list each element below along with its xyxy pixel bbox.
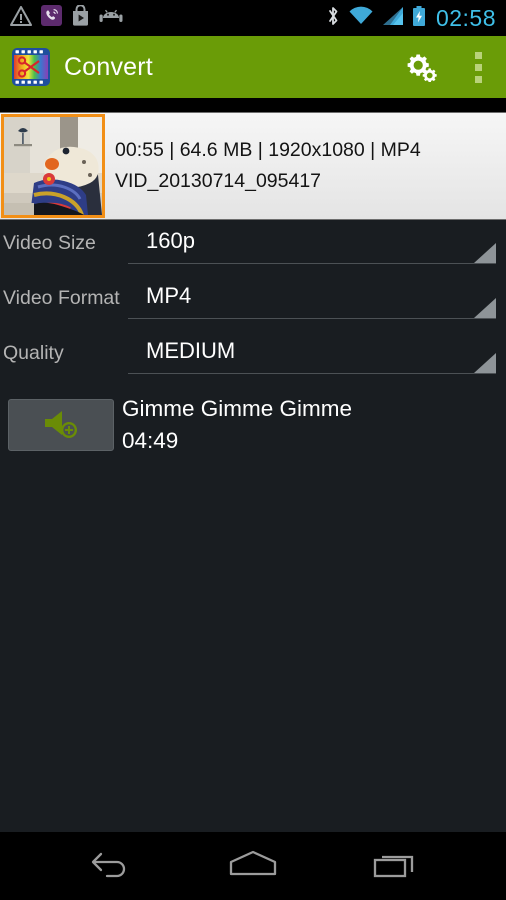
- phone-screen: 02:58 Convert 00:55 | 64.6 MB | 1920x108…: [0, 0, 506, 900]
- play-store-icon: [71, 4, 90, 31]
- action-bar-actions: [394, 36, 506, 98]
- speaker-add-icon: [39, 406, 83, 445]
- spinner-underline: [128, 263, 496, 264]
- back-icon: [89, 849, 133, 884]
- video-filename: VID_20130714_095417: [115, 170, 322, 192]
- audio-track-title: Gimme Gimme Gimme: [122, 396, 352, 421]
- add-audio-button[interactable]: [8, 399, 114, 451]
- warning-triangle-icon: [10, 5, 32, 31]
- chevron-down-icon: [474, 353, 496, 373]
- video-info-text: 00:55 | 64.6 MB | 1920x1080 | MP4 VID_20…: [105, 113, 421, 197]
- cellular-signal-icon: [382, 6, 404, 31]
- video-size-label: Video Size: [3, 232, 96, 254]
- video-size-value: 160p: [146, 228, 195, 253]
- audio-track-duration: 04:49: [122, 428, 179, 453]
- overflow-menu-icon[interactable]: [450, 36, 506, 98]
- content-area: Video Size 160p Video Format MP4 Quality…: [0, 220, 506, 832]
- home-icon: [226, 848, 280, 885]
- quality-label: Quality: [3, 342, 64, 364]
- androvid-scissors-film-icon[interactable]: [12, 48, 50, 86]
- video-size-spinner[interactable]: 160p: [128, 220, 496, 275]
- status-bar: 02:58: [0, 0, 506, 36]
- recents-button[interactable]: [335, 832, 455, 900]
- quality-spinner[interactable]: MEDIUM: [128, 330, 496, 385]
- audio-track-info: Gimme Gimme Gimme 04:49: [122, 393, 352, 456]
- android-head-icon: [99, 8, 123, 29]
- wifi-icon: [348, 6, 374, 31]
- viber-icon: [41, 5, 62, 31]
- video-format-row[interactable]: Video Format MP4: [0, 275, 506, 330]
- action-bar-divider: [0, 98, 506, 112]
- status-bar-clock: 02:58: [435, 4, 496, 31]
- overflow-dots: [474, 51, 482, 83]
- home-button[interactable]: [193, 832, 313, 900]
- video-format-label: Video Format: [3, 287, 120, 309]
- chevron-down-icon: [474, 298, 496, 318]
- bluetooth-icon: [326, 5, 340, 32]
- video-details: 00:55 | 64.6 MB | 1920x1080 | MP4: [115, 139, 421, 161]
- spinner-underline: [128, 373, 496, 374]
- audio-track-row[interactable]: Gimme Gimme Gimme 04:49: [0, 395, 506, 465]
- video-thumbnail[interactable]: [1, 114, 105, 218]
- status-bar-system-icons: 02:58: [326, 5, 506, 32]
- back-button[interactable]: [51, 832, 171, 900]
- quality-row[interactable]: Quality MEDIUM: [0, 330, 506, 385]
- video-format-spinner[interactable]: MP4: [128, 275, 496, 330]
- status-bar-notification-icons: [0, 4, 123, 31]
- spinner-underline: [128, 318, 496, 319]
- quality-value: MEDIUM: [146, 338, 236, 363]
- chevron-down-icon: [474, 243, 496, 263]
- action-bar: Convert: [0, 36, 506, 98]
- battery-charging-icon: [412, 5, 426, 32]
- navigation-bar: [0, 832, 506, 900]
- video-size-row[interactable]: Video Size 160p: [0, 220, 506, 275]
- recents-icon: [371, 848, 419, 885]
- video-format-value: MP4: [146, 283, 192, 308]
- page-title: Convert: [64, 52, 153, 81]
- video-info-panel[interactable]: 00:55 | 64.6 MB | 1920x1080 | MP4 VID_20…: [0, 112, 506, 220]
- gears-settings-icon[interactable]: [394, 36, 450, 98]
